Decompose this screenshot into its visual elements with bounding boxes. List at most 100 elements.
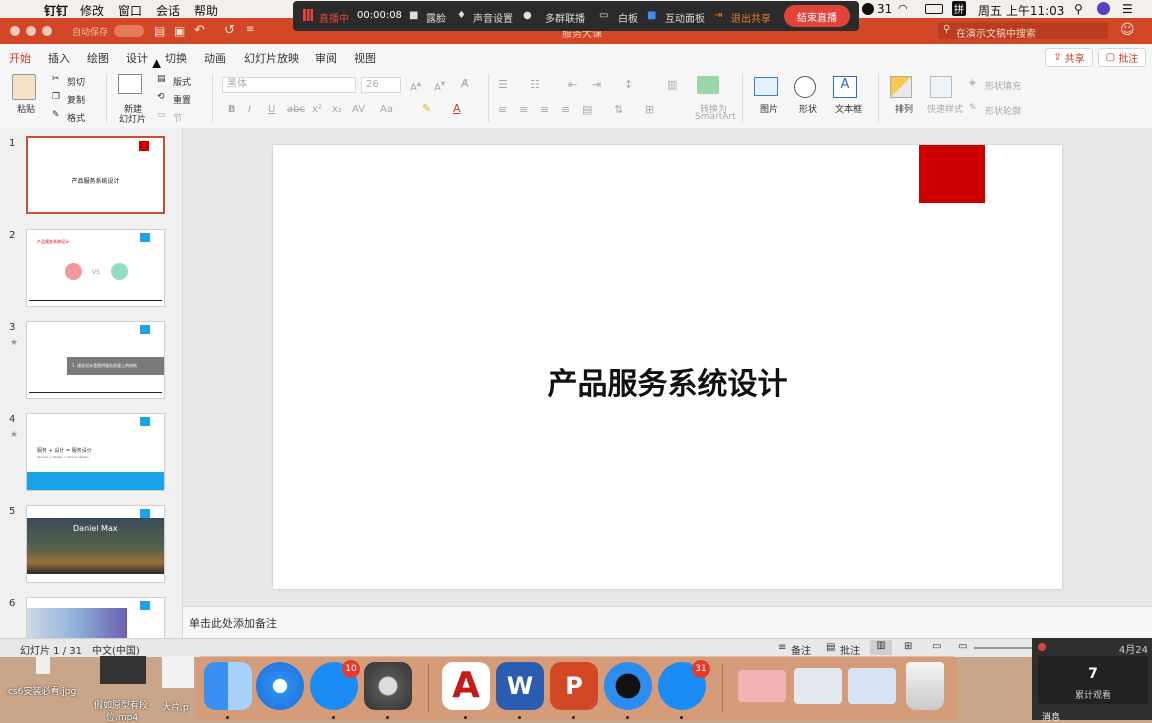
reading-view-icon[interactable]: ▭ bbox=[932, 641, 941, 652]
slide-thumbnail-5[interactable]: Daniel Max bbox=[26, 505, 165, 583]
ime-indicator[interactable]: 拼 bbox=[952, 1, 966, 16]
justify-icon[interactable]: ≡ bbox=[561, 103, 570, 116]
align-right-icon[interactable]: ≡ bbox=[540, 103, 549, 116]
mic-icon[interactable]: ♦ bbox=[457, 10, 466, 21]
slide-thumbnail-4[interactable]: 服务 + 设计 = 服务设计 Service + design = servic… bbox=[26, 413, 165, 491]
quick-styles-button[interactable]: 快速样式 bbox=[927, 102, 963, 115]
char-spacing-icon[interactable]: AV bbox=[352, 104, 365, 115]
superscript-icon[interactable]: x² bbox=[312, 104, 322, 115]
tab-insert[interactable]: 插入 bbox=[48, 50, 70, 66]
line-spacing-icon[interactable]: ↕ bbox=[624, 78, 633, 91]
menu-help[interactable]: 帮助 bbox=[194, 2, 218, 19]
slide-sorter-icon[interactable]: ⊞ bbox=[904, 641, 912, 652]
paste-icon[interactable] bbox=[12, 74, 36, 100]
layout-icon[interactable]: ▤ bbox=[157, 74, 166, 84]
whiteboard-button[interactable]: 白板 bbox=[618, 10, 638, 25]
zoom-slider[interactable] bbox=[974, 647, 1034, 649]
smartart-icon[interactable] bbox=[697, 76, 719, 94]
desktop-file-1[interactable]: cs6安装必看.jpg bbox=[8, 684, 76, 697]
cut-icon[interactable]: ✂ bbox=[52, 74, 60, 84]
comments-button[interactable]: ▢ 批注 bbox=[1098, 48, 1146, 67]
redo-icon[interactable]: ↺ bbox=[224, 23, 235, 38]
shape-outline-button[interactable]: 形状轮廓 bbox=[985, 104, 1021, 117]
notification-center-icon[interactable]: ☰ bbox=[1122, 2, 1133, 16]
desktop-file-3[interactable]: 大片.p bbox=[162, 700, 189, 713]
picture-icon[interactable] bbox=[754, 77, 778, 96]
quicktime-icon[interactable] bbox=[604, 662, 652, 710]
increase-indent-icon[interactable]: ⇥ bbox=[592, 78, 601, 91]
strikethrough-icon[interactable]: abc bbox=[287, 104, 305, 115]
shape-fill-button[interactable]: 形状填充 bbox=[985, 79, 1021, 92]
spotlight-icon[interactable]: ⚲ bbox=[1074, 2, 1083, 16]
slideshow-view-icon[interactable]: ▭ bbox=[958, 641, 967, 652]
desktop-file-2-ext[interactable]: 位.mp4 bbox=[106, 710, 138, 723]
copy-icon[interactable]: ❐ bbox=[52, 92, 60, 102]
siri-icon[interactable] bbox=[1097, 2, 1110, 15]
tab-animations[interactable]: 动画 bbox=[204, 50, 226, 66]
menu-window[interactable]: 窗口 bbox=[118, 2, 142, 19]
section-icon[interactable]: ▭ bbox=[157, 110, 166, 120]
smartart-label-2[interactable]: SmartArt bbox=[695, 112, 736, 122]
textbox-button[interactable]: 文本框 bbox=[835, 102, 862, 115]
notes-pane[interactable]: 单击此处添加备注 bbox=[183, 606, 1152, 639]
close-window-button[interactable] bbox=[10, 26, 20, 36]
bold-icon[interactable]: B bbox=[228, 104, 236, 115]
search-input[interactable]: ⚲ 在演示文稿中搜索 bbox=[938, 22, 1108, 40]
current-slide[interactable]: 产品服务系统设计 bbox=[273, 145, 1062, 589]
undo-icon[interactable]: ↶ bbox=[194, 23, 205, 38]
interact-panel-button[interactable]: 互动面板 bbox=[665, 10, 705, 25]
subscript-icon[interactable]: x₂ bbox=[332, 104, 342, 115]
slide-thumbnail-3[interactable]: 1. 服务设计是提供服务质量上的创新 bbox=[26, 321, 165, 399]
paste-button[interactable]: 粘贴 bbox=[17, 102, 35, 115]
slides-panel-icon[interactable]: ▤ bbox=[154, 24, 165, 38]
slide-thumbnails-panel[interactable]: 1 产品服务系统设计 2 产品服务系统设计 VS 3 ★ 1. 服务设计是提供服… bbox=[0, 128, 183, 638]
slide-thumbnail-2[interactable]: 产品服务系统设计 VS bbox=[26, 229, 165, 307]
section-button[interactable]: 节 bbox=[173, 111, 182, 124]
bullets-icon[interactable]: ☰ bbox=[498, 78, 508, 91]
exit-share-icon[interactable]: ⇥ bbox=[714, 10, 722, 21]
whiteboard-icon[interactable]: ▭ bbox=[599, 10, 608, 21]
tab-slideshow[interactable]: 幻灯片放映 bbox=[244, 50, 299, 66]
battery-icon[interactable] bbox=[925, 4, 943, 14]
sound-settings-button[interactable]: 声音设置 bbox=[473, 10, 513, 25]
columns-icon[interactable]: ▥ bbox=[667, 78, 677, 91]
camera-button[interactable]: 露脸 bbox=[426, 10, 446, 25]
comments-toggle-button[interactable]: 批注 bbox=[840, 642, 860, 657]
powerpoint-icon[interactable]: P bbox=[550, 662, 598, 710]
minimized-window-thumb[interactable] bbox=[848, 668, 896, 704]
interact-panel-icon[interactable]: ■ bbox=[647, 10, 656, 21]
camera-icon[interactable]: ■ bbox=[409, 10, 418, 21]
zoom-window-button[interactable] bbox=[42, 26, 52, 36]
notes-placeholder[interactable]: 单击此处添加备注 bbox=[189, 615, 277, 631]
minimized-window-thumb[interactable] bbox=[738, 670, 786, 702]
change-case-icon[interactable]: Aa bbox=[380, 104, 393, 115]
file-icon[interactable] bbox=[36, 656, 50, 674]
save-icon[interactable]: ▣ bbox=[174, 24, 185, 38]
language-indicator[interactable]: 中文(中国) bbox=[92, 642, 140, 657]
menu-app-name[interactable]: 钉钉 bbox=[44, 2, 68, 19]
italic-icon[interactable]: I bbox=[248, 104, 251, 115]
tab-home[interactable]: 开始 bbox=[9, 50, 31, 71]
share-button[interactable]: ⇪ 共享 bbox=[1045, 48, 1093, 67]
font-name-select[interactable]: 黑体 bbox=[222, 77, 356, 93]
safari-icon[interactable] bbox=[256, 662, 304, 710]
decrease-font-icon[interactable]: A▾ bbox=[434, 78, 445, 93]
reset-button[interactable]: 重置 bbox=[173, 93, 191, 106]
menubar-clock[interactable]: 周五 上午11:03 bbox=[978, 2, 1064, 19]
exit-share-button[interactable]: 退出共享 bbox=[731, 10, 771, 25]
arrange-button[interactable]: 排列 bbox=[895, 102, 913, 115]
finder-icon[interactable] bbox=[204, 662, 252, 710]
minimized-window-thumb[interactable] bbox=[794, 668, 842, 704]
decrease-indent-icon[interactable]: ⇤ bbox=[568, 78, 577, 91]
multi-group-icon[interactable]: ● bbox=[523, 10, 532, 21]
shape-icon[interactable] bbox=[794, 76, 816, 98]
font-color-icon[interactable]: A bbox=[453, 102, 461, 115]
format-painter-icon[interactable]: ✎ bbox=[52, 110, 60, 120]
format-painter-button[interactable]: 格式 bbox=[67, 111, 85, 124]
feedback-smiley-icon[interactable]: ☺ bbox=[1120, 22, 1135, 38]
text-direction-icon[interactable]: ⇅ bbox=[614, 103, 623, 116]
customize-toolbar-icon[interactable]: ≡ bbox=[246, 24, 254, 35]
numbering-icon[interactable]: ☷ bbox=[530, 78, 540, 91]
reset-icon[interactable]: ⟲ bbox=[157, 92, 165, 102]
align-text-icon[interactable]: ⊞ bbox=[645, 103, 654, 116]
